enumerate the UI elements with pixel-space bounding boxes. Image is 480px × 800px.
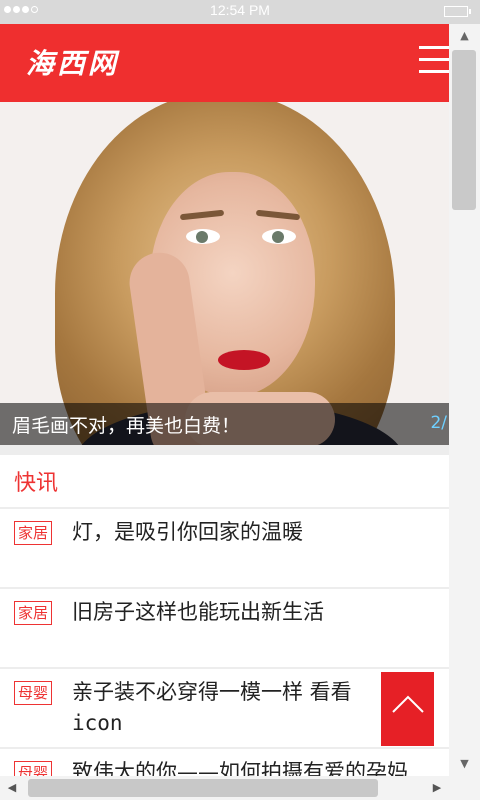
status-time: 12:54 PM [210, 2, 270, 18]
carousel-pager: 2/ [430, 413, 447, 433]
scroll-left-arrow-icon[interactable]: ◀ [0, 776, 24, 800]
horizontal-scrollbar[interactable]: ◀ ▶ [0, 776, 449, 800]
back-to-top-button[interactable] [381, 672, 434, 746]
hamburger-menu-icon[interactable] [419, 40, 449, 76]
news-title-suffix: icon [72, 711, 123, 735]
battery-icon [444, 6, 471, 17]
section-title: 快讯 [14, 471, 59, 496]
section-header: 快讯 [0, 455, 449, 507]
scrollbar-thumb[interactable] [452, 50, 476, 210]
category-tag: 家居 [14, 601, 53, 625]
chevron-up-icon [392, 695, 424, 713]
news-title-text: 亲子装不必穿得一模一样 看看 [72, 680, 352, 704]
scroll-up-arrow-icon[interactable]: ▲ [449, 24, 480, 48]
news-item[interactable]: 家居 灯，是吸引你回家的温暖 [0, 509, 449, 587]
vertical-scrollbar[interactable]: ▲ ▼ [449, 24, 480, 776]
scroll-right-arrow-icon[interactable]: ▶ [425, 776, 449, 800]
news-item[interactable]: 母婴 致伟大的你——如何拍摄有爱的孕妈 [0, 749, 449, 776]
scrollbar-thumb-horizontal[interactable] [28, 779, 378, 797]
page-viewport[interactable]: 海西网 眉毛画不对，再美也白费！ 2/ 快讯 家居 灯，是吸引你回家的温暖 家居… [0, 24, 449, 776]
category-tag: 母婴 [14, 681, 53, 705]
category-tag: 家居 [14, 521, 53, 545]
news-title[interactable]: 旧房子这样也能玩出新生活 [72, 597, 449, 628]
hero-carousel[interactable]: 眉毛画不对，再美也白费！ 2/ [0, 102, 449, 445]
category-tag: 母婴 [14, 761, 53, 776]
status-bar: 12:54 PM [0, 0, 480, 24]
banner-caption-bar: 眉毛画不对，再美也白费！ 2/ [0, 403, 449, 445]
site-header: 海西网 [0, 24, 449, 102]
scroll-down-arrow-icon[interactable]: ▼ [449, 752, 480, 776]
banner-caption[interactable]: 眉毛画不对，再美也白费！ [12, 411, 240, 438]
news-title[interactable]: 灯，是吸引你回家的温暖 [72, 517, 449, 548]
site-logo[interactable]: 海西网 [26, 42, 119, 82]
news-title[interactable]: 致伟大的你——如何拍摄有爱的孕妈 [72, 757, 449, 776]
news-item[interactable]: 家居 旧房子这样也能玩出新生活 [0, 589, 449, 667]
